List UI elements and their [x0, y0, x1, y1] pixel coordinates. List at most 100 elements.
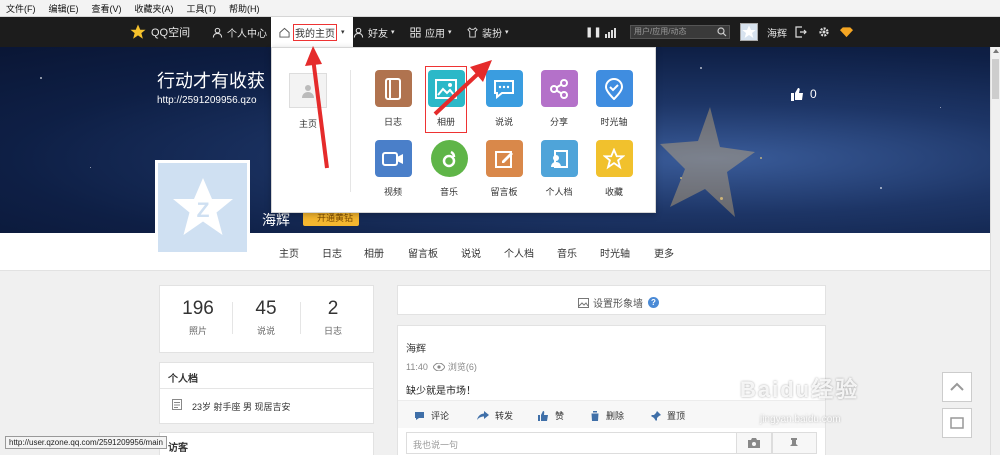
scrollbar-thumb[interactable]	[992, 59, 999, 99]
chevron-down-icon: ▾	[341, 29, 345, 36]
my-home-dropdown: 主页 日志 相册 说说 分享 时光轴 视频 音乐 留言板 个人档 收藏	[271, 47, 656, 213]
menu-tools[interactable]: 工具(T)	[187, 2, 217, 15]
personal-center-link[interactable]: 个人中心	[212, 17, 267, 47]
nav-music[interactable]: 音乐	[557, 245, 577, 260]
music-icon	[430, 140, 468, 177]
like-counter[interactable]: 0	[790, 87, 817, 101]
app-video[interactable]: 视频	[372, 140, 414, 198]
home-avatar-placeholder	[289, 73, 327, 108]
app-share[interactable]: 分享	[538, 70, 580, 128]
avatar[interactable]	[740, 23, 758, 41]
nav-more[interactable]: 更多	[654, 245, 674, 260]
stat-shuoshuo[interactable]: 45 说说	[236, 298, 296, 337]
app-photo-album[interactable]: 相册	[425, 66, 467, 133]
pin-button[interactable]: 置顶	[651, 409, 685, 422]
stat-shuoshuo-label: 说说	[256, 326, 275, 336]
friends-label: 好友	[368, 28, 388, 40]
app-diary-label: 日志	[383, 117, 402, 127]
menu-edit[interactable]: 编辑(E)	[49, 2, 79, 15]
star-logo-icon	[130, 24, 146, 39]
qzone-logo[interactable]: QQ空间	[129, 17, 190, 47]
search-placeholder: 用户/应用/动态	[634, 27, 687, 36]
menu-favorites[interactable]: 收藏夹(A)	[135, 2, 174, 15]
nav-shuoshuo[interactable]: 说说	[461, 245, 481, 260]
stat-photos-value: 196	[182, 298, 214, 319]
friends-icon	[353, 27, 364, 38]
signal-icon[interactable]	[605, 17, 623, 47]
chevron-up-icon	[950, 382, 964, 391]
forward-icon	[477, 410, 489, 420]
back-to-top-button[interactable]	[942, 372, 972, 402]
search-icon[interactable]	[717, 27, 727, 37]
comment-icon	[415, 411, 424, 420]
stat-diary-value: 2	[327, 298, 339, 319]
delete-button[interactable]: 删除	[590, 409, 624, 422]
logout-button[interactable]	[795, 17, 811, 47]
grid-icon	[410, 26, 421, 38]
nav-home[interactable]: 主页	[279, 245, 299, 260]
comment-button[interactable]: 评论	[414, 409, 449, 422]
app-shuoshuo[interactable]: 说说	[483, 70, 525, 128]
scroll-up-arrow-icon[interactable]	[993, 49, 999, 53]
banner-url[interactable]: http://2591209956.qzo	[157, 95, 257, 106]
image-icon	[578, 297, 589, 308]
apps-label: 应用	[425, 28, 445, 40]
dropdown-home-item[interactable]: 主页	[289, 73, 327, 130]
help-icon[interactable]: ?	[648, 297, 659, 308]
feedback-button[interactable]	[942, 408, 972, 438]
nav-profile[interactable]: 个人档	[504, 245, 534, 260]
menu-help[interactable]: 帮助(H)	[229, 2, 260, 15]
app-favorites[interactable]: 收藏	[593, 140, 635, 198]
username-link[interactable]: 海辉	[767, 17, 787, 47]
diary-icon	[374, 70, 412, 107]
forward-button[interactable]: 转发	[477, 409, 513, 422]
set-image-wall-bar[interactable]: 设置形象墙 ?	[397, 285, 826, 315]
nav-message-board[interactable]: 留言板	[408, 245, 438, 260]
nav-timeline[interactable]: 时光轴	[600, 245, 630, 260]
like-count: 0	[810, 87, 817, 101]
username-label: 海辉	[767, 28, 787, 40]
search-input[interactable]: 用户/应用/动态	[630, 25, 730, 39]
comment-label: 评论	[431, 411, 450, 421]
friends-menu[interactable]: 好友 ▾	[353, 17, 395, 47]
post-meta: 11:40 浏览(6)	[406, 360, 477, 373]
profile-name: 海辉	[262, 212, 290, 228]
profile-avatar[interactable]: Z	[155, 160, 250, 255]
nav-album[interactable]: 相册	[364, 245, 384, 260]
my-home-tab[interactable]: 我的主页 ▾	[271, 17, 353, 47]
vip-diamond-button[interactable]	[840, 17, 857, 47]
menu-file[interactable]: 文件(F)	[6, 2, 36, 15]
apps-menu[interactable]: 应用 ▾	[410, 17, 452, 47]
stat-diary[interactable]: 2 日志	[303, 298, 363, 337]
app-message-board[interactable]: 留言板	[483, 140, 525, 198]
app-profile-card[interactable]: 个人档	[538, 140, 580, 198]
photo-upload-button[interactable]	[736, 432, 772, 454]
shirt-icon	[467, 26, 478, 38]
app-diary[interactable]: 日志	[372, 70, 414, 128]
camera-icon	[748, 438, 760, 448]
post-author[interactable]: 海辉	[406, 340, 426, 355]
page-scrollbar[interactable]	[990, 47, 1000, 455]
settings-button[interactable]	[818, 17, 834, 47]
qzone-star-avatar-icon	[742, 25, 756, 38]
like-button[interactable]: 赞	[538, 409, 564, 422]
dress-menu[interactable]: 装扮 ▾	[467, 17, 509, 47]
app-favorites-label: 收藏	[604, 187, 623, 197]
star-icon	[595, 140, 633, 177]
app-timeline[interactable]: 时光轴	[593, 70, 635, 128]
comment-input[interactable]: 我也说一句	[406, 432, 737, 454]
submit-comment-button[interactable]	[772, 432, 817, 454]
menu-view[interactable]: 查看(V)	[92, 2, 122, 15]
chevron-down-icon: ▾	[391, 29, 395, 36]
stat-photos-label: 照片	[188, 326, 207, 336]
app-music[interactable]: 音乐	[428, 140, 470, 198]
set-wall-button[interactable]: 设置形象墙 ?	[578, 295, 659, 310]
nav-diary[interactable]: 日志	[322, 245, 342, 260]
gear-icon	[819, 27, 829, 37]
my-home-label: 我的主页	[293, 23, 337, 41]
pause-toggle[interactable]: ❚❚	[585, 17, 602, 47]
delete-label: 删除	[606, 411, 625, 421]
qzone-topbar: QQ空间 个人中心 我的主页 ▾ 好友 ▾ 应用 ▾ 装扮 ▾ ❚❚ 用户/应用…	[0, 17, 1000, 47]
app-video-label: 视频	[383, 187, 402, 197]
stat-photos[interactable]: 196 照片	[168, 298, 228, 337]
